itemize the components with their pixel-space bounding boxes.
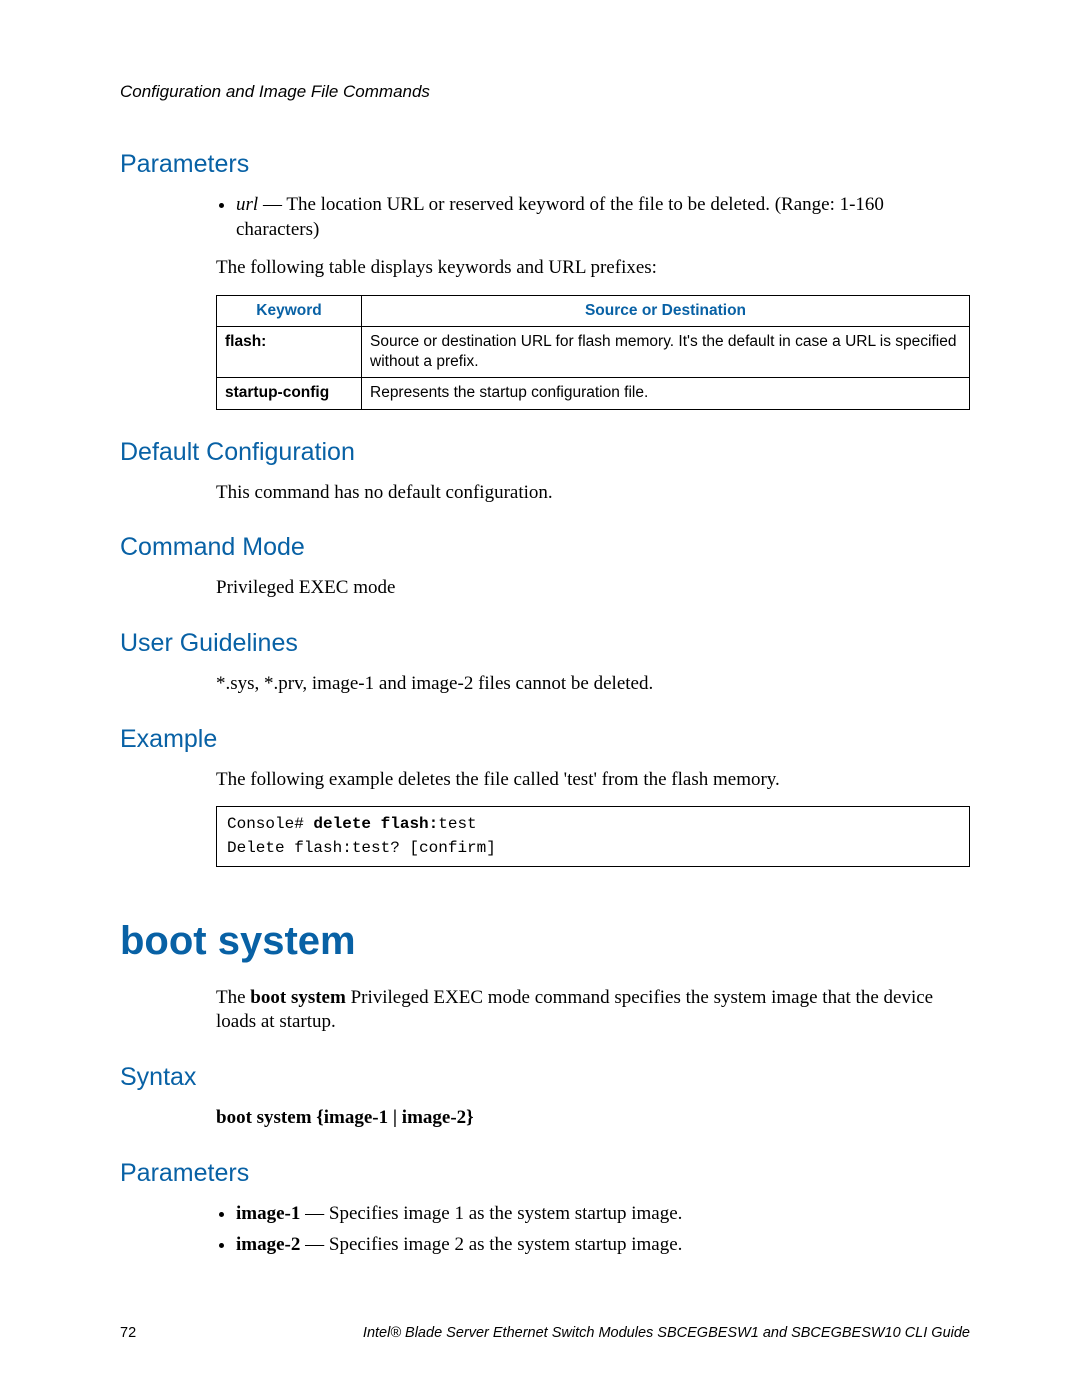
param-desc: — Specifies image 2 as the system startu… (300, 1234, 682, 1255)
default-config-text: This command has no default configuratio… (216, 481, 970, 506)
page-header: Configuration and Image File Commands (120, 82, 970, 102)
code-prompt: Console# (227, 815, 313, 833)
param-name: url (236, 194, 258, 215)
list-item: image-2 — Specifies image 2 as the syste… (236, 1233, 970, 1258)
table-cell-keyword: startup-config (217, 378, 362, 409)
list-item: url — The location URL or reserved keywo… (236, 193, 970, 242)
table-row: flash: Source or destination URL for fla… (217, 327, 970, 378)
boot-system-text: The boot system Privileged EXEC mode com… (216, 986, 970, 1035)
parameters2-list: image-1 — Specifies image 1 as the syste… (216, 1202, 970, 1257)
page-footer: 72 Intel® Blade Server Ethernet Switch M… (120, 1325, 970, 1341)
table-header-destination: Source or Destination (362, 296, 970, 327)
syntax-line: boot system {image-1 | image-2} (216, 1106, 970, 1131)
heading-example: Example (120, 725, 970, 754)
heading-boot-system: boot system (120, 919, 970, 964)
table-cell-keyword: flash: (217, 327, 362, 378)
keyword-table: Keyword Source or Destination flash: Sou… (216, 295, 970, 410)
param-desc: — The location URL or reserved keyword o… (236, 194, 884, 240)
list-item: image-1 — Specifies image 1 as the syste… (236, 1202, 970, 1227)
command-mode-text: Privileged EXEC mode (216, 576, 970, 601)
heading-parameters-2: Parameters (120, 1159, 970, 1188)
user-guidelines-content: *.sys, *.prv, image-1 and image-2 files … (216, 672, 970, 697)
document-page: Configuration and Image File Commands Pa… (0, 0, 1080, 1397)
user-guidelines-text: *.sys, *.prv, image-1 and image-2 files … (216, 672, 970, 697)
heading-default-config: Default Configuration (120, 438, 970, 467)
heading-parameters: Parameters (120, 150, 970, 179)
example-code: Console# delete flash:test Delete flash:… (216, 806, 970, 866)
example-content: The following example deletes the file c… (216, 768, 970, 867)
code-line2: Delete flash:test? [confirm] (227, 839, 496, 857)
table-row: startup-config Represents the startup co… (217, 378, 970, 409)
table-intro-text: The following table displays keywords an… (216, 256, 970, 281)
default-config-content: This command has no default configuratio… (216, 481, 970, 506)
syntax-content: boot system {image-1 | image-2} (216, 1106, 970, 1131)
parameters2-content: image-1 — Specifies image 1 as the syste… (216, 1202, 970, 1257)
command-mode-content: Privileged EXEC mode (216, 576, 970, 601)
intro-bold: boot system (250, 987, 346, 1008)
table-cell-desc: Represents the startup configuration fil… (362, 378, 970, 409)
param-desc: — Specifies image 1 as the system startu… (300, 1203, 682, 1224)
parameters1-content: url — The location URL or reserved keywo… (216, 193, 970, 410)
intro-prefix: The (216, 987, 250, 1008)
param-name: image-1 (236, 1203, 300, 1224)
parameters1-list: url — The location URL or reserved keywo… (216, 193, 970, 242)
heading-command-mode: Command Mode (120, 533, 970, 562)
example-text: The following example deletes the file c… (216, 768, 970, 793)
code-command: delete flash: (313, 815, 438, 833)
boot-system-intro: The boot system Privileged EXEC mode com… (216, 986, 970, 1035)
heading-user-guidelines: User Guidelines (120, 629, 970, 658)
table-cell-desc: Source or destination URL for flash memo… (362, 327, 970, 378)
heading-syntax: Syntax (120, 1063, 970, 1092)
table-header-keyword: Keyword (217, 296, 362, 327)
page-number: 72 (120, 1325, 136, 1341)
footer-title: Intel® Blade Server Ethernet Switch Modu… (363, 1325, 970, 1341)
code-arg: test (438, 815, 476, 833)
param-name: image-2 (236, 1234, 300, 1255)
